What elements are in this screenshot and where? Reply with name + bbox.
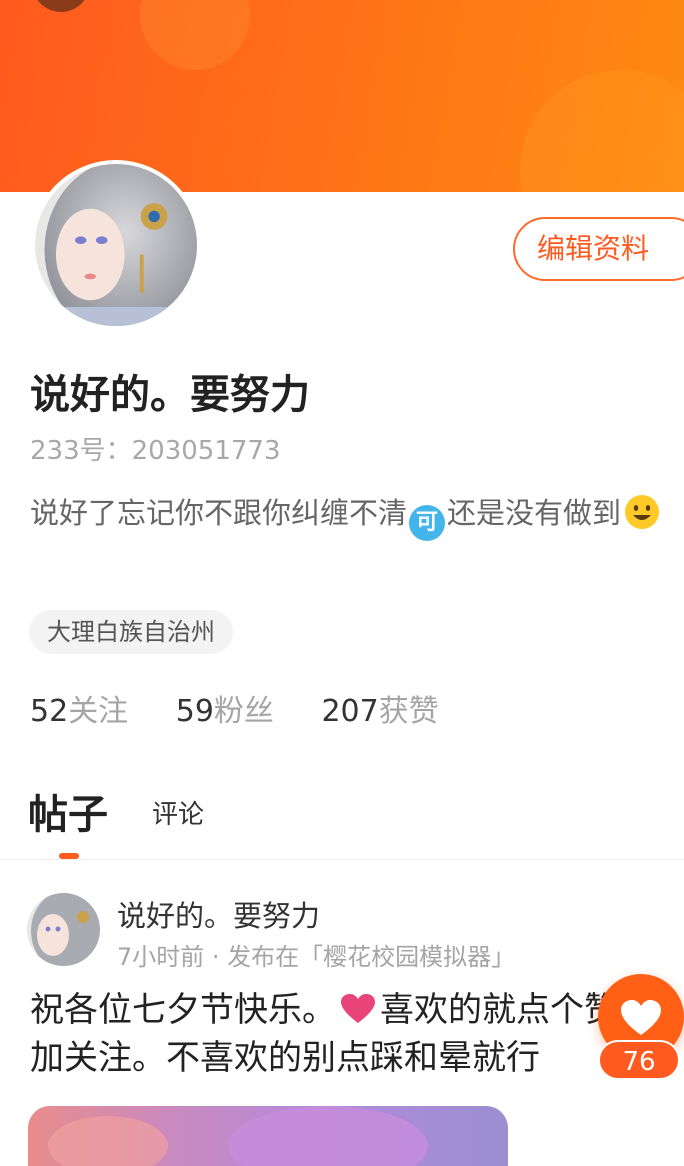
stat-followers[interactable]: 59粉丝 bbox=[176, 686, 274, 730]
profile-stats: 52关注 59粉丝 207获赞 bbox=[30, 686, 477, 730]
heart-emoji-icon bbox=[341, 994, 375, 1023]
edit-profile-button[interactable]: 编辑资料 bbox=[513, 217, 684, 281]
stat-label: 粉丝 bbox=[213, 694, 274, 729]
tab-posts[interactable]: 帖子 bbox=[28, 782, 108, 840]
stat-label: 获赞 bbox=[378, 694, 439, 729]
banner-decoration bbox=[140, 0, 250, 70]
banner-decoration bbox=[520, 70, 684, 192]
profile-tabs: 帖子 评论 bbox=[0, 780, 684, 860]
stat-number: 59 bbox=[175, 694, 214, 729]
profile-avatar[interactable] bbox=[31, 160, 201, 330]
avatar-image bbox=[27, 893, 100, 966]
avatar-image bbox=[35, 164, 197, 326]
stat-number: 52 bbox=[30, 694, 69, 729]
post-image[interactable] bbox=[28, 1106, 508, 1166]
profile-username: 说好的。要努力 bbox=[30, 372, 310, 418]
post-text: 喜欢的就点个赞 bbox=[380, 990, 618, 1030]
stat-label: 关注 bbox=[68, 694, 129, 729]
ke-emoji-icon: 可 bbox=[409, 505, 446, 541]
stat-number: 207 bbox=[321, 694, 379, 729]
post-text: 加关注。不喜欢的别点踩和晕就行 bbox=[30, 1038, 540, 1078]
post-meta: 7小时前 · 发布在「樱花校园模拟器」 bbox=[117, 943, 516, 971]
image-detail bbox=[228, 1106, 428, 1166]
profile-uid: 233号：203051773 bbox=[30, 436, 281, 466]
stat-likes[interactable]: 207获赞 bbox=[321, 686, 438, 730]
tab-comments[interactable]: 评论 bbox=[152, 794, 204, 831]
post-text: 祝各位七夕节快乐。 bbox=[30, 990, 336, 1030]
image-detail bbox=[48, 1116, 168, 1166]
back-button[interactable] bbox=[32, 0, 90, 12]
location-tag[interactable]: 大理白族自治州 bbox=[29, 610, 233, 654]
like-count-badge: 76 bbox=[598, 1040, 680, 1080]
profile-bio: 说好了忘记你不跟你纠缠不清可还是没有做到 bbox=[30, 490, 684, 541]
post-author-name[interactable]: 说好的。要努力 bbox=[117, 893, 320, 935]
post-content[interactable]: 祝各位七夕节快乐。 喜欢的就点个赞加关注。不喜欢的别点踩和晕就行 bbox=[30, 986, 620, 1082]
smile-emoji-icon bbox=[625, 495, 660, 529]
post-author-avatar[interactable] bbox=[27, 893, 100, 966]
stat-following[interactable]: 52关注 bbox=[30, 686, 128, 730]
divider bbox=[0, 859, 684, 860]
bio-text: 说好了忘记你不跟你纠缠不清 bbox=[30, 496, 408, 530]
heart-icon bbox=[621, 1000, 661, 1035]
bio-text: 还是没有做到 bbox=[447, 496, 622, 530]
